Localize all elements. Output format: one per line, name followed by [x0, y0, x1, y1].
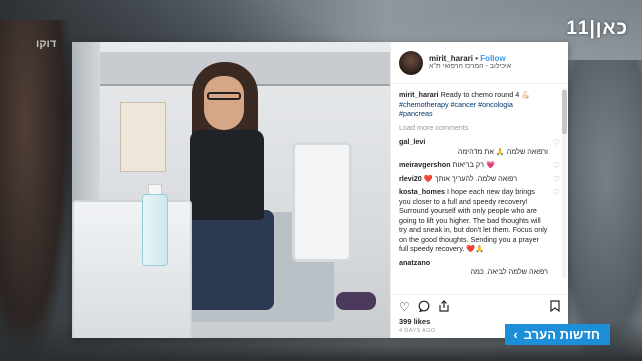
news-program-tag: ‹ חדשות הערב: [505, 324, 610, 345]
scrollbar-thumb[interactable]: [562, 90, 567, 134]
hashtag-link[interactable]: #oncologia: [478, 100, 513, 109]
share-icon[interactable]: [438, 300, 450, 314]
comment-text: רפואה שלמה לביאה. כמה: [470, 267, 549, 276]
bed-rail: [72, 200, 192, 338]
comment-text: ❤️ רפואה שלמה. להעריך אותך: [423, 173, 518, 183]
shoes: [336, 292, 376, 310]
comment-text: I hope each new day brings you closer to…: [399, 187, 548, 253]
post-side-panel: mirit_harari • Follow איכילוב - המרכז הר…: [390, 42, 568, 338]
comment-like-icon[interactable]: ♡: [553, 161, 560, 172]
location-link[interactable]: איכילוב - המרכז הרפואי ת"א: [429, 63, 511, 71]
glasses: [207, 92, 241, 100]
blurred-presenter: [0, 20, 70, 360]
instagram-post: mirit_harari • Follow איכילוב - המרכז הר…: [72, 42, 568, 338]
post-header-text: mirit_harari • Follow איכילוב - המרכז הר…: [429, 54, 511, 72]
heart-icon[interactable]: ♡: [399, 301, 410, 313]
caption: mirit_harari Ready to chemo round 4 💪🏻 #…: [399, 90, 560, 119]
person-legs: [184, 210, 274, 310]
hashtag-link[interactable]: #chemotherapy: [399, 100, 449, 109]
sanitizer-bottle: [142, 194, 168, 266]
load-more-comments-link[interactable]: Load more comments: [399, 123, 560, 133]
comment-like-icon[interactable]: ♡: [553, 188, 560, 199]
action-icons: ♡: [399, 299, 560, 315]
post-photo[interactable]: [72, 42, 390, 338]
comment-text: רק בריאות 💗: [452, 160, 495, 169]
program-watermark: דוקו: [36, 38, 57, 50]
hashtag-link[interactable]: #pancreas: [399, 109, 433, 118]
follow-button[interactable]: Follow: [480, 54, 505, 63]
chevron-left-icon: ‹: [513, 327, 518, 342]
post-header: mirit_harari • Follow איכילוב - המרכז הר…: [391, 42, 568, 84]
comment-item: gal_levi ורפואה שלמה 🙏 את מדהימה ♡: [399, 137, 560, 156]
person-body: [190, 130, 264, 220]
comment-like-icon[interactable]: ♡: [553, 175, 560, 186]
comment-username[interactable]: gal_levi: [399, 137, 425, 146]
comment-icon[interactable]: [418, 300, 430, 314]
comment-item: kosta_homes I hope each new day brings y…: [399, 187, 560, 254]
avatar[interactable]: [399, 50, 423, 75]
channel-logo: 11|כאן: [566, 18, 628, 39]
comment-username[interactable]: kosta_homes: [399, 187, 445, 196]
comment-username[interactable]: rlevi20: [399, 174, 422, 183]
person-face: [204, 76, 244, 130]
comment-username[interactable]: anatzano: [399, 258, 430, 267]
caption-text: Ready to chemo round 4 💪🏻: [440, 90, 531, 99]
hashtag-link[interactable]: #cancer: [451, 100, 477, 109]
bookmark-icon[interactable]: [550, 300, 560, 314]
comment-item: rlevi20 ❤️ רפואה שלמה. להעריך אותך ♡: [399, 174, 560, 184]
caption-username[interactable]: mirit_harari: [399, 90, 439, 99]
username-link[interactable]: mirit_harari: [429, 54, 473, 63]
comment-like-icon[interactable]: ♡: [553, 138, 560, 149]
comment-item: anatzano רפואה שלמה לביאה. כמה: [399, 258, 560, 277]
hospital-cart: [120, 102, 166, 172]
header-user-line: mirit_harari • Follow: [429, 54, 511, 64]
comment-item: meiravgershon רק בריאות 💗 ♡: [399, 160, 560, 170]
bed-headboard: [292, 142, 352, 262]
news-program-label: חדשות הערב: [523, 327, 600, 342]
comment-username[interactable]: meiravgershon: [399, 160, 451, 169]
comments-list[interactable]: mirit_harari Ready to chemo round 4 💪🏻 #…: [391, 84, 568, 294]
comment-text: ורפואה שלמה 🙏 את מדהימה: [457, 146, 548, 156]
